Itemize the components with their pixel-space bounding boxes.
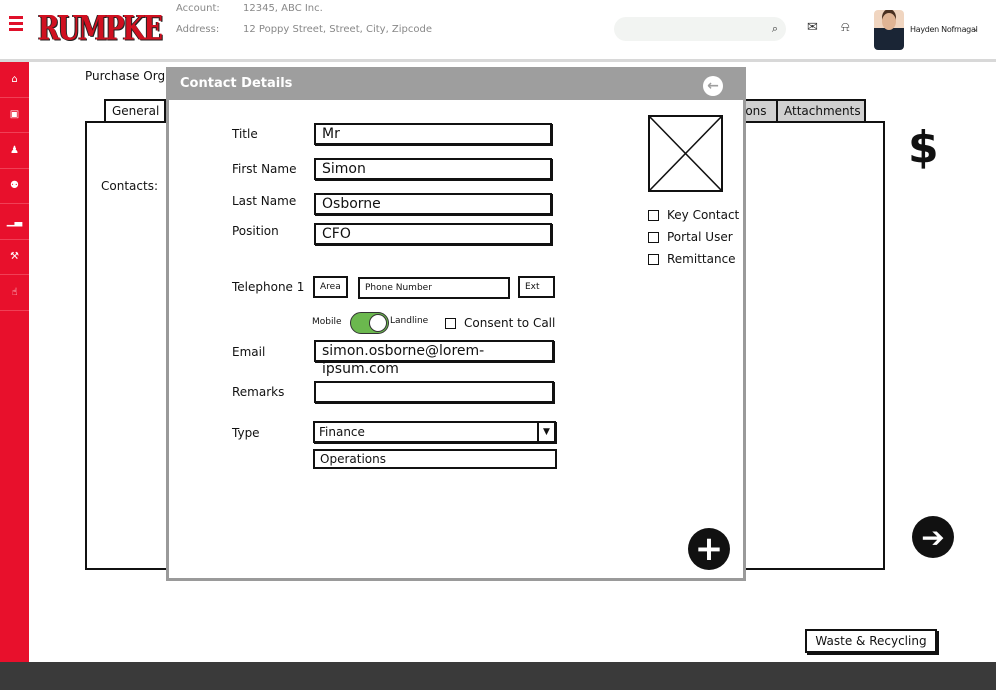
plus-icon: +	[694, 529, 724, 569]
address-label: Address:	[176, 24, 220, 35]
remittance-checkbox[interactable]: Remittance	[648, 252, 736, 266]
checkbox-box	[648, 231, 659, 243]
type-option[interactable]: Operations	[313, 449, 557, 469]
search-input[interactable]: ⌕	[614, 17, 786, 41]
checkbox-box	[648, 253, 659, 265]
account-value: 12345, ABC Inc.	[243, 3, 323, 14]
home-icon: ⌂	[11, 73, 18, 85]
sidebar-item-home[interactable]: ⌂	[0, 62, 29, 98]
remittance-label: Remittance	[667, 252, 736, 266]
extension-input[interactable]: Ext	[518, 276, 555, 298]
type-select[interactable]: Finance ▼	[313, 421, 556, 443]
last-name-label: Last Name	[232, 194, 297, 208]
portal-user-checkbox[interactable]: Portal User	[648, 230, 733, 244]
type-label: Type	[232, 426, 260, 440]
consent-to-call-checkbox[interactable]: Consent to Call	[445, 316, 555, 330]
account-label: Account:	[176, 3, 220, 14]
sidebar-item-contacts[interactable]: ♟	[0, 133, 29, 169]
title-field[interactable]: Mr	[314, 123, 552, 145]
first-name-label: First Name	[232, 162, 297, 176]
area-code-input[interactable]: Area	[313, 276, 348, 298]
document-icon: ▣	[9, 109, 20, 121]
user-name[interactable]: Hayden Nofrnagal	[910, 25, 978, 34]
toggle-knob	[369, 314, 387, 332]
portal-user-label: Portal User	[667, 230, 733, 244]
footer-bar	[0, 662, 996, 690]
sidebar-item-feedback[interactable]: ☝	[0, 275, 29, 311]
type-selected-value: Finance	[319, 425, 365, 439]
address-value: 12 Poppy Street, Street, City, Zipcode	[243, 24, 433, 35]
last-name-field[interactable]: Osborne	[314, 193, 552, 215]
modal-title: Contact Details	[180, 76, 293, 91]
phone-number-input[interactable]: Phone Number	[358, 277, 510, 299]
group-icon: ⚉	[10, 180, 19, 192]
hamburger-menu-icon[interactable]	[9, 16, 23, 31]
remarks-field[interactable]	[314, 381, 554, 403]
avatar[interactable]	[874, 10, 904, 50]
dropdown-arrow-icon[interactable]: ▼	[537, 423, 554, 441]
sidebar-item-documents[interactable]: ▣	[0, 98, 29, 133]
checkbox-box	[445, 317, 456, 329]
contact-details-modal: Contact Details ← Title Mr First Name Si…	[166, 67, 746, 581]
title-label: Title	[232, 127, 258, 141]
contacts-label: Contacts:	[101, 179, 158, 193]
search-icon[interactable]: ⌕	[772, 22, 778, 36]
position-field[interactable]: CFO	[314, 223, 552, 245]
mail-icon[interactable]: ✉	[807, 20, 818, 35]
position-label: Position	[232, 224, 279, 238]
landline-label: Landline	[390, 316, 429, 326]
tools-icon: ⚒	[10, 251, 19, 263]
photo-placeholder[interactable]	[648, 115, 723, 192]
mobile-label: Mobile	[312, 317, 342, 327]
tab-general[interactable]: General	[104, 99, 166, 122]
sidebar-item-tools[interactable]: ⚒	[0, 240, 29, 275]
key-contact-label: Key Contact	[667, 208, 740, 222]
mobile-landline-toggle[interactable]	[350, 312, 389, 334]
tab-attachments[interactable]: Attachments	[776, 99, 866, 122]
image-placeholder-icon	[649, 116, 722, 191]
telephone-label: Telephone 1	[232, 280, 305, 294]
bar-chart-icon: ▁▃	[6, 215, 23, 227]
sidebar-item-reports[interactable]: ▁▃	[0, 204, 29, 240]
person-icon: ♟	[10, 144, 19, 156]
back-arrow-icon[interactable]: ←	[703, 76, 723, 96]
checkbox-box	[648, 209, 659, 221]
remarks-label: Remarks	[232, 385, 285, 399]
key-contact-checkbox[interactable]: Key Contact	[648, 208, 739, 222]
next-arrow-button[interactable]: ➔	[912, 516, 954, 558]
email-label: Email	[232, 345, 266, 359]
consent-label: Consent to Call	[464, 316, 556, 330]
top-header: RUMPKE Account: 12345, ABC Inc. Address:…	[0, 0, 996, 62]
waste-recycling-button[interactable]: Waste & Recycling	[805, 629, 937, 653]
company-logo: RUMPKE	[38, 9, 163, 49]
first-name-field[interactable]: Simon	[314, 158, 552, 180]
purchase-org-label: Purchase Org	[85, 69, 166, 83]
add-contact-button[interactable]: +	[688, 528, 730, 570]
thumbs-up-icon: ☝	[11, 286, 18, 298]
dollar-icon[interactable]: $	[908, 122, 939, 173]
sidebar-item-users[interactable]: ⚉	[0, 169, 29, 204]
arrow-right-icon: ➔	[921, 520, 945, 554]
chevron-down-icon[interactable]: ⌄	[972, 24, 979, 33]
sidebar: ⌂ ▣ ♟ ⚉ ▁▃ ⚒ ☝	[0, 62, 29, 662]
notification-bell-icon[interactable]: ⍾	[841, 20, 850, 35]
email-field[interactable]: simon.osborne@lorem-ipsum.com	[314, 340, 554, 377]
modal-header: Contact Details ←	[166, 67, 746, 100]
